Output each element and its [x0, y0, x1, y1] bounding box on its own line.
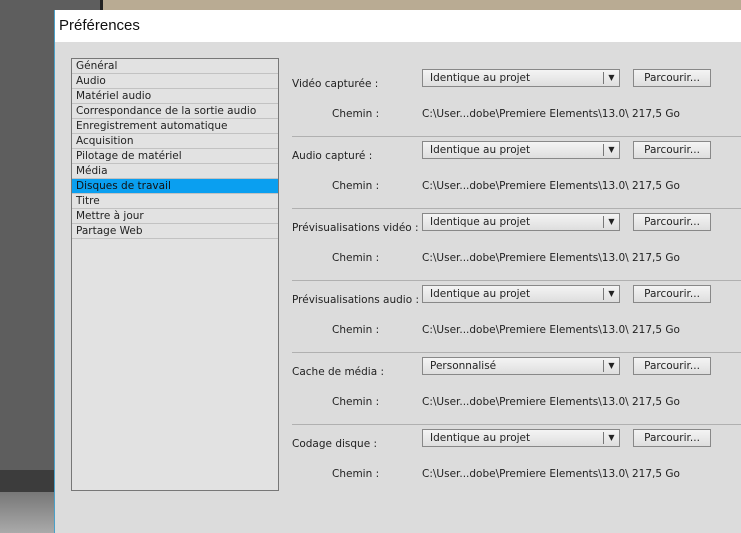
browse-button[interactable]: Parcourir... — [633, 141, 711, 159]
browse-button[interactable]: Parcourir... — [633, 429, 711, 447]
chevron-down-icon[interactable]: ▼ — [603, 216, 619, 228]
divider — [292, 208, 741, 209]
free-space: 217,5 Go — [632, 396, 680, 408]
chevron-down-icon[interactable]: ▼ — [603, 144, 619, 156]
path-value: C:\User...dobe\Premiere Elements\13.0\ — [422, 180, 629, 192]
browse-button[interactable]: Parcourir... — [633, 69, 711, 87]
sidebar-item[interactable]: Mettre à jour — [72, 209, 278, 224]
sidebar-item[interactable]: Matériel audio — [72, 89, 278, 104]
scratch-disk-row: Vidéo capturée : Identique au projet ▼ Pa… — [292, 66, 741, 138]
browse-button[interactable]: Parcourir... — [633, 285, 711, 303]
divider — [292, 424, 741, 425]
chevron-down-icon[interactable]: ▼ — [603, 432, 619, 444]
sidebar-item[interactable]: Général — [72, 59, 278, 74]
preferences-dialog: Préférences Général Audio Matériel audio Co… — [54, 10, 741, 533]
chevron-down-icon[interactable]: ▼ — [603, 72, 619, 84]
chevron-down-icon[interactable]: ▼ — [603, 288, 619, 300]
path-value: C:\User...dobe\Premiere Elements\13.0\ — [422, 468, 629, 480]
dropdown-value: Identique au projet — [430, 216, 531, 228]
free-space: 217,5 Go — [632, 108, 680, 120]
location-dropdown[interactable]: Identique au projet ▼ — [422, 429, 620, 447]
chevron-down-icon[interactable]: ▼ — [603, 360, 619, 372]
sidebar-item[interactable]: Titre — [72, 194, 278, 209]
background-panel-bottom — [0, 492, 54, 533]
scratch-disk-row: Prévisualisations vidéo : Identique au p… — [292, 210, 741, 282]
browse-button[interactable]: Parcourir... — [633, 357, 711, 375]
scratch-disk-row: Prévisualisations audio : Identique au p… — [292, 282, 741, 354]
path-label: Chemin : — [332, 396, 380, 408]
path-value: C:\User...dobe\Premiere Elements\13.0\ — [422, 324, 629, 336]
free-space: 217,5 Go — [632, 468, 680, 480]
path-value: C:\User...dobe\Premiere Elements\13.0\ — [422, 108, 629, 120]
dropdown-value: Personnalisé — [430, 360, 497, 372]
path-label: Chemin : — [332, 468, 380, 480]
scratch-disk-row: Audio capturé : Identique au projet ▼ Par… — [292, 138, 741, 210]
row-label: Cache de média : — [292, 366, 385, 378]
sidebar-item[interactable]: Correspondance de la sortie audio — [72, 104, 278, 119]
location-dropdown[interactable]: Identique au projet ▼ — [422, 285, 620, 303]
path-label: Chemin : — [332, 324, 380, 336]
row-label: Prévisualisations audio : — [292, 294, 420, 306]
scratch-disk-row: Codage disque : Identique au projet ▼ Par… — [292, 426, 741, 498]
sidebar-item[interactable]: Acquisition — [72, 134, 278, 149]
dropdown-value: Identique au projet — [430, 72, 531, 84]
dropdown-value: Identique au projet — [430, 144, 531, 156]
background-panel — [0, 470, 54, 492]
row-label: Vidéo capturée : — [292, 78, 379, 90]
sidebar-item[interactable]: Enregistrement automatique — [72, 119, 278, 134]
browse-button[interactable]: Parcourir... — [633, 213, 711, 231]
path-label: Chemin : — [332, 108, 380, 120]
path-value: C:\User...dobe\Premiere Elements\13.0\ — [422, 252, 629, 264]
category-list[interactable]: Général Audio Matériel audio Correspondance… — [71, 58, 279, 491]
divider — [292, 136, 741, 137]
divider — [292, 280, 741, 281]
sidebar-item[interactable]: Pilotage de matériel — [72, 149, 278, 164]
location-dropdown[interactable]: Personnalisé ▼ — [422, 357, 620, 375]
free-space: 217,5 Go — [632, 252, 680, 264]
row-label: Audio capturé : — [292, 150, 373, 162]
path-label: Chemin : — [332, 252, 380, 264]
dropdown-value: Identique au projet — [430, 288, 531, 300]
sidebar-item[interactable]: Partage Web — [72, 224, 278, 239]
row-label: Prévisualisations vidéo : — [292, 222, 419, 234]
sidebar-item[interactable]: Audio — [72, 74, 278, 89]
divider — [292, 352, 741, 353]
row-label: Codage disque : — [292, 438, 378, 450]
dropdown-value: Identique au projet — [430, 432, 531, 444]
scratch-disk-row: Cache de média : Personnalisé ▼ Parcourir… — [292, 354, 741, 426]
free-space: 217,5 Go — [632, 180, 680, 192]
path-label: Chemin : — [332, 180, 380, 192]
free-space: 217,5 Go — [632, 324, 680, 336]
location-dropdown[interactable]: Identique au projet ▼ — [422, 141, 620, 159]
location-dropdown[interactable]: Identique au projet ▼ — [422, 69, 620, 87]
sidebar-item[interactable]: Disques de travail — [72, 179, 278, 194]
path-value: C:\User...dobe\Premiere Elements\13.0\ — [422, 396, 629, 408]
sidebar-item[interactable]: Média — [72, 164, 278, 179]
location-dropdown[interactable]: Identique au projet ▼ — [422, 213, 620, 231]
dialog-title: Préférences — [55, 10, 741, 42]
